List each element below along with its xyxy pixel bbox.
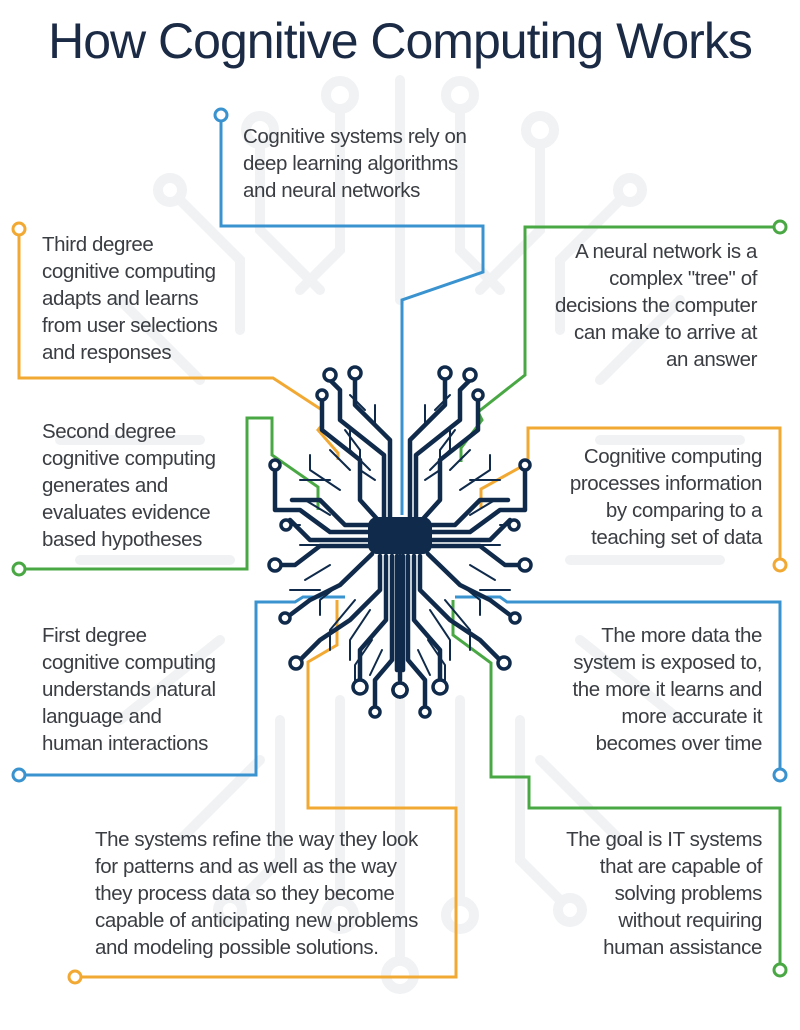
callout-more-data: The more data the system is exposed to, th… — [572, 622, 763, 757]
circuit-trace-minor — [459, 454, 491, 491]
processor-chip-icon — [368, 517, 432, 554]
callout-line: can make to arrive at — [573, 321, 757, 344]
callout-line: A neural network is a — [575, 240, 757, 263]
circuit-trace-minor — [329, 449, 351, 471]
node-third-degree-icon — [11, 221, 27, 237]
callout-second-degree: Second degree cognitive computing generate… — [42, 418, 216, 553]
circuit-node-icon — [431, 678, 449, 696]
circuit-node-icon — [315, 388, 329, 402]
circuit-node-icon — [462, 367, 478, 383]
node-second-degree-icon — [11, 561, 27, 577]
callout-teaching-set: Cognitive computing processes information… — [569, 443, 763, 551]
callout-line: that are capable of — [599, 855, 763, 878]
callout-line: processes information — [569, 472, 763, 495]
callout-line: capable of anticipating new problems — [95, 909, 418, 932]
node-refine-icon — [67, 969, 83, 985]
callout-neural-network: A neural network is a complex "tree" of de… — [555, 238, 757, 373]
callout-line: becomes over time — [595, 732, 763, 755]
callout-first-degree: First degree cognitive computing understan… — [42, 622, 216, 757]
callout-line: human interactions — [42, 732, 209, 755]
node-deep-learning-icon — [213, 107, 229, 123]
callout-line: Cognitive systems rely on — [243, 125, 467, 148]
circuit-trace-main — [425, 551, 513, 618]
callout-line: for patterns and as well as the way — [95, 855, 397, 878]
circuit-node-icon — [518, 458, 532, 472]
circuit-node-icon — [437, 365, 453, 381]
callout-line: solving problems — [614, 882, 763, 905]
callout-line: and neural networks — [243, 179, 421, 202]
circuit-node-icon — [322, 367, 338, 383]
callout-line: system is exposed to, — [573, 651, 762, 674]
circuit-node-icon — [517, 557, 533, 573]
callout-line: by comparing to a — [605, 499, 763, 522]
circuit-node-icon — [471, 388, 485, 402]
callout-line: evaluates evidence — [42, 501, 211, 524]
circuit-node-icon — [268, 458, 282, 472]
circuit-node-icon — [496, 655, 512, 671]
callout-refine: The systems refine the way they look for … — [95, 826, 418, 961]
callout-line: and modeling possible solutions. — [95, 936, 379, 959]
circuit-node-icon — [391, 681, 409, 699]
callout-line: language and — [42, 705, 162, 728]
circuit-trace-minor — [304, 564, 331, 581]
node-goal-icon — [772, 962, 788, 978]
callout-line: understands natural — [42, 678, 216, 701]
node-teaching-set-icon — [772, 557, 788, 573]
circuit-node-icon — [418, 705, 432, 719]
circuit-node-icon — [267, 557, 283, 573]
circuit-node-icon — [507, 518, 521, 532]
callout-line: human assistance — [603, 936, 762, 959]
node-first-degree-icon — [11, 767, 27, 783]
callout-line: decisions the computer — [554, 294, 757, 317]
circuit-node-icon — [347, 365, 363, 381]
callout-line: and responses — [42, 341, 172, 364]
circuit-node-icon — [278, 611, 292, 625]
callout-line: from user selections — [42, 314, 218, 337]
circuit-trace-minor — [469, 564, 496, 581]
callout-line: an answer — [666, 348, 757, 371]
callout-line: teaching set of data — [591, 526, 762, 549]
callout-line: cognitive computing — [42, 651, 216, 674]
circuit-node-icon — [351, 678, 369, 696]
callout-line: Second degree — [42, 420, 176, 443]
circuit-node-icon — [508, 611, 522, 625]
callout-deep-learning: Cognitive systems rely on deep learning a… — [243, 123, 467, 204]
callout-line: without requiring — [618, 909, 762, 932]
callout-line: The systems refine the way they look — [95, 828, 418, 851]
callout-line: cognitive computing — [42, 260, 216, 283]
callout-line: complex "tree" of — [609, 267, 757, 290]
callout-third-degree: Third degree cognitive computing adapts an… — [42, 231, 218, 366]
callout-line: generates and — [42, 474, 168, 497]
callout-line: adapts and learns — [42, 287, 199, 310]
node-neural-network-icon — [772, 219, 788, 235]
callout-line: The more data the — [601, 624, 762, 647]
circuit-node-icon — [368, 705, 382, 719]
callout-line: Third degree — [42, 233, 154, 256]
callout-line: the more it learns and — [572, 678, 763, 701]
callout-goal: The goal is IT systems that are capable o… — [566, 826, 762, 961]
circuit-node-icon — [279, 518, 293, 532]
page-title: How Cognitive Computing Works — [48, 13, 753, 69]
callout-line: they process data so they become — [95, 882, 395, 905]
callout-line: First degree — [42, 624, 147, 647]
callout-line: based hypotheses — [42, 528, 203, 551]
circuit-trace-main — [429, 543, 523, 568]
circuit-node-icon — [288, 655, 304, 671]
callout-line: cognitive computing — [42, 447, 216, 470]
callout-line: Cognitive computing — [583, 445, 763, 468]
callout-line: The goal is IT systems — [566, 828, 762, 851]
callout-line: deep learning algorithms — [243, 152, 458, 175]
node-more-data-icon — [772, 767, 788, 783]
circuit-trace-main — [287, 551, 375, 618]
circuit-trace-main — [277, 543, 371, 568]
callout-line: more accurate it — [621, 705, 762, 728]
